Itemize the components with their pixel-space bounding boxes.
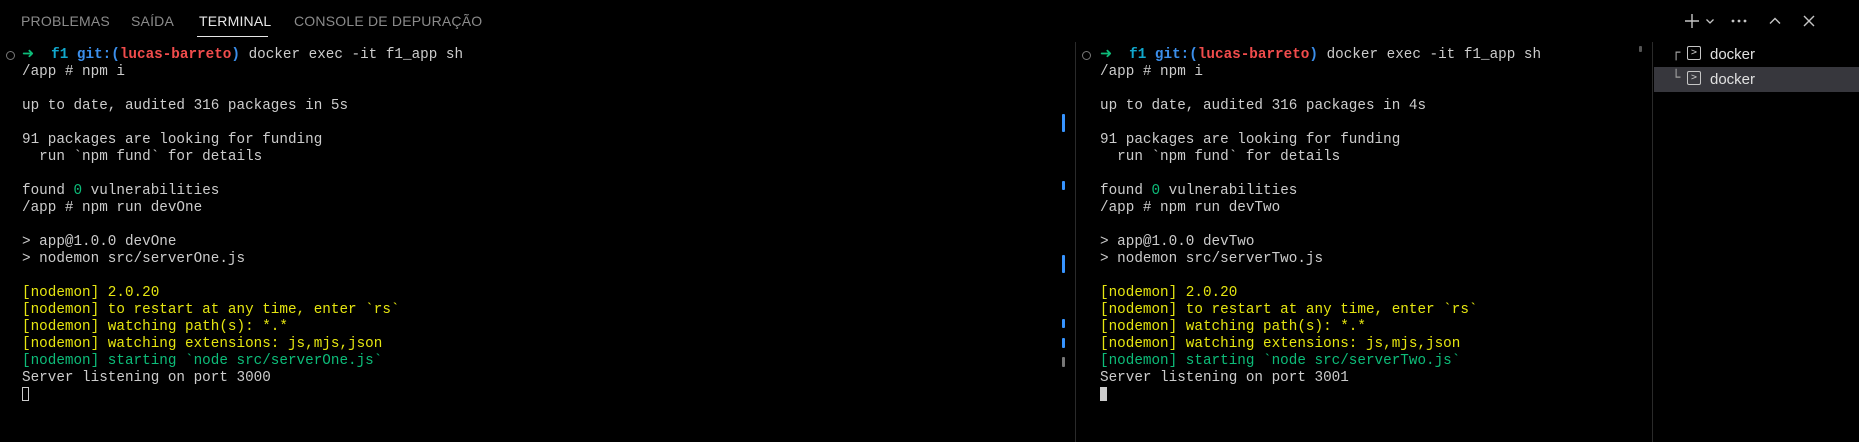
terminal-pane-left[interactable]: ➜ f1 git:(lucas-barreto) docker exec -it… <box>0 42 1060 442</box>
chevron-up-icon[interactable] <box>1763 8 1787 34</box>
terminal-toolbar <box>1681 8 1841 34</box>
split-divider[interactable] <box>1075 42 1076 442</box>
plus-icon[interactable] <box>1681 8 1703 34</box>
git-branch: lucas-barreto <box>119 47 232 63</box>
scroll-marker <box>1062 181 1065 190</box>
chevron-down-icon[interactable] <box>1703 8 1717 34</box>
terminal-pane-right[interactable]: ➜ f1 git:(lucas-barreto) docker exec -it… <box>1077 42 1649 442</box>
terminal-output: ➜ f1 git:(lucas-barreto) docker exec -it… <box>22 47 463 405</box>
output-line: > app@1.0.0 devOne <box>22 234 177 250</box>
output-line: > app@1.0.0 devTwo <box>1100 234 1255 250</box>
terminal-cursor <box>1100 387 1107 401</box>
output-line: found <box>1100 183 1152 199</box>
output-line: /app # npm run devOne <box>22 200 203 216</box>
output-line: /app # npm run devTwo <box>1100 200 1281 216</box>
nodemon-line: [nodemon] to restart at any time, enter … <box>1100 302 1478 318</box>
command-text: docker exec -it f1_app sh <box>248 47 464 63</box>
output-line: vulnerabilities <box>1160 183 1298 199</box>
terminal-list-label: docker <box>1710 71 1756 88</box>
server-status-line: Server listening on port 3001 <box>1100 370 1349 386</box>
command-text: docker exec -it f1_app sh <box>1326 47 1542 63</box>
ellipsis-icon[interactable] <box>1727 8 1751 34</box>
output-line: 91 packages are looking for funding <box>22 132 323 148</box>
terminal-list-label: docker <box>1710 46 1756 63</box>
server-status-line: Server listening on port 3000 <box>22 370 271 386</box>
scroll-marker <box>1062 357 1065 367</box>
nodemon-line: [nodemon] 2.0.20 <box>22 285 160 301</box>
panel-tab-bar: PROBLEMAS SAÍDA TERMINAL CONSOLE DE DEPU… <box>0 0 1859 42</box>
scroll-marker <box>1639 46 1642 52</box>
terminal-icon: > <box>1687 46 1701 60</box>
output-line: up to date, audited 316 packages in 5s <box>22 98 349 114</box>
close-icon[interactable] <box>1797 8 1821 34</box>
scroll-marker <box>1062 114 1065 132</box>
git-suffix: ) <box>231 47 240 63</box>
nodemon-line: [nodemon] starting `node src/serverOne.j… <box>22 353 383 369</box>
scroll-marker <box>1062 255 1065 273</box>
prompt-folder: f1 <box>1129 47 1147 63</box>
nodemon-line: [nodemon] to restart at any time, enter … <box>22 302 400 318</box>
output-line: run `npm fund` for details <box>1100 149 1341 165</box>
nodemon-line: [nodemon] starting `node src/serverTwo.j… <box>1100 353 1461 369</box>
nodemon-line: [nodemon] watching extensions: js,mjs,js… <box>1100 336 1461 352</box>
git-prefix: git:( <box>76 47 120 63</box>
tab-problems[interactable]: PROBLEMAS <box>21 13 110 29</box>
command-decoration-icon <box>6 51 15 60</box>
tab-debug-console[interactable]: CONSOLE DE DEPURAÇÃO <box>294 13 482 29</box>
nodemon-line: [nodemon] watching path(s): *.* <box>22 319 288 335</box>
command-decoration-icon <box>1082 51 1091 60</box>
output-line: /app # npm i <box>22 64 125 80</box>
tree-branch: └ <box>1672 70 1681 86</box>
git-branch: lucas-barreto <box>1197 47 1310 63</box>
prompt-arrow: ➜ <box>22 47 34 63</box>
output-line: up to date, audited 316 packages in 4s <box>1100 98 1427 114</box>
output-line: 91 packages are looking for funding <box>1100 132 1401 148</box>
vulnerability-count: 0 <box>73 183 83 199</box>
active-tab-indicator <box>197 36 268 37</box>
output-line: /app # npm i <box>1100 64 1203 80</box>
scroll-marker <box>1062 338 1065 348</box>
git-prefix: git:( <box>1154 47 1198 63</box>
git-suffix: ) <box>1309 47 1318 63</box>
output-line: > nodemon src/serverOne.js <box>22 251 246 267</box>
terminal-icon: > <box>1687 71 1701 85</box>
output-line: vulnerabilities <box>82 183 220 199</box>
tab-terminal[interactable]: TERMINAL <box>199 13 271 29</box>
prompt-arrow: ➜ <box>1100 47 1112 63</box>
output-line: > nodemon src/serverTwo.js <box>1100 251 1324 267</box>
terminal-cursor <box>22 387 29 401</box>
prompt-folder: f1 <box>51 47 69 63</box>
tree-branch: ┌ <box>1672 45 1681 61</box>
terminal-list: ┌ > docker └ > docker <box>1652 42 1859 442</box>
output-line: found <box>22 183 74 199</box>
terminal-list-item[interactable]: └ > docker <box>1654 67 1859 92</box>
terminal-list-item[interactable]: ┌ > docker <box>1654 42 1859 67</box>
nodemon-line: [nodemon] 2.0.20 <box>1100 285 1238 301</box>
scroll-marker <box>1062 319 1065 328</box>
vulnerability-count: 0 <box>1151 183 1161 199</box>
nodemon-line: [nodemon] watching extensions: js,mjs,js… <box>22 336 383 352</box>
output-line: run `npm fund` for details <box>22 149 263 165</box>
tab-output[interactable]: SAÍDA <box>131 13 174 29</box>
terminal-output: ➜ f1 git:(lucas-barreto) docker exec -it… <box>1100 47 1541 405</box>
nodemon-line: [nodemon] watching path(s): *.* <box>1100 319 1366 335</box>
